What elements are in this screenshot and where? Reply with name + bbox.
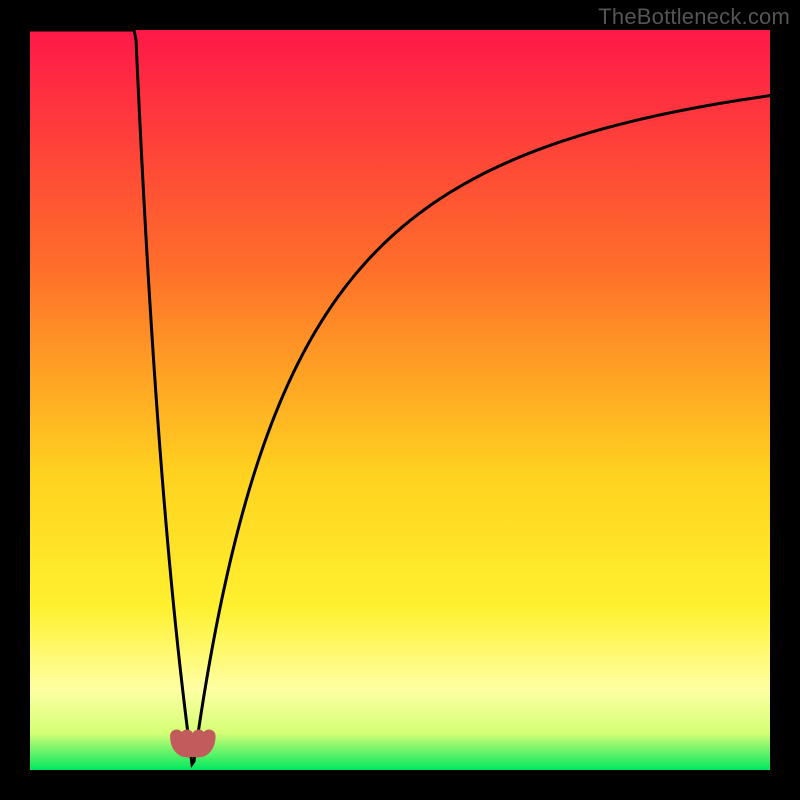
plot-svg xyxy=(30,30,770,770)
watermark-text: TheBottleneck.com xyxy=(598,4,790,30)
minimum-markers xyxy=(177,736,209,751)
plot-area xyxy=(30,30,770,770)
chart-frame: TheBottleneck.com xyxy=(0,0,800,800)
